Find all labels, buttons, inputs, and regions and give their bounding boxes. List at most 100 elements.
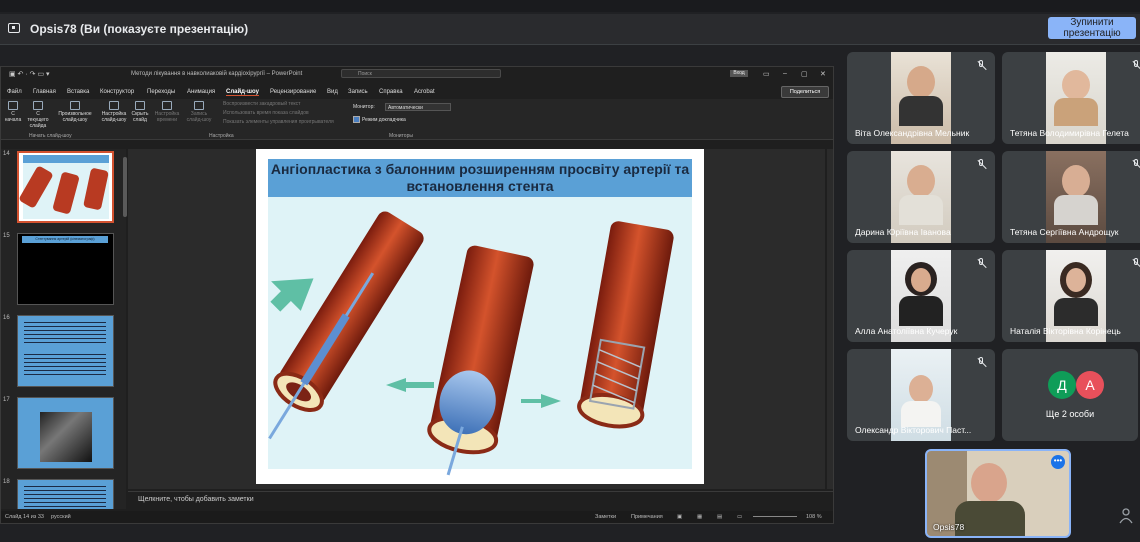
status-bar: Слайд 14 из 33 русский Заметки Примечани…	[1, 511, 833, 523]
status-slide-count: Слайд 14 из 33	[5, 514, 44, 520]
thumb-number: 18	[3, 479, 10, 485]
close-icon[interactable]: ✕	[820, 70, 826, 78]
slide-canvas: Ангіопластика з балонним розширенням про…	[128, 149, 825, 489]
participant-tile[interactable]: Дарина Юріївна Іванова	[847, 151, 995, 243]
play-from-start-icon	[8, 101, 18, 110]
presenter-view-checkbox[interactable]: Режим докладчика	[353, 116, 406, 123]
participant-tile[interactable]: Алла Анатоліївна Кучерук	[847, 250, 995, 342]
tab-design[interactable]: Конструктор	[100, 89, 134, 95]
self-name: Opsis78	[933, 522, 965, 532]
maximize-icon[interactable]: ▢	[801, 70, 808, 78]
reading-view-icon[interactable]: ▤	[717, 514, 722, 520]
slide-thumbnail-18[interactable]	[17, 479, 114, 509]
more-participants-tile[interactable]: Д А Ще 2 особи	[1002, 349, 1138, 441]
from-current-button[interactable]: С текущего слайда	[25, 101, 51, 129]
monitor-select[interactable]: Автоматически	[385, 103, 451, 111]
more-options-button[interactable]: •••	[1051, 455, 1065, 469]
thumbnails-scrollbar[interactable]	[123, 157, 127, 217]
slide-scrollbar[interactable]	[827, 149, 833, 489]
tab-animations[interactable]: Анимация	[187, 89, 215, 95]
participant-name: Алла Анатоліївна Кучерук	[855, 326, 958, 336]
people-activity-icon[interactable]	[1119, 508, 1133, 524]
presenting-label: Opsis78 (Ви (показуєте презентацію)	[30, 22, 249, 36]
slideshow-view-icon[interactable]: ▭	[737, 514, 742, 520]
slide-thumbnail-15[interactable]: Стентування артерій (кінематограф)	[17, 233, 114, 305]
notes-pane[interactable]: Щелкните, чтобы добавить заметки	[128, 491, 833, 507]
slide-thumbnail-16[interactable]	[17, 315, 114, 387]
slide-thumbnail-14[interactable]	[17, 151, 114, 223]
custom-show-button[interactable]: Произвольное слайд-шоу	[55, 101, 95, 123]
ppt-doc-title: Методи лікування в навколиаковій кардіох…	[131, 71, 303, 77]
participant-name: Дарина Юріївна Іванова	[855, 227, 951, 237]
participant-tile[interactable]: Віта Олександрівна Мельник	[847, 52, 995, 144]
rehearse-button[interactable]: Настройка времени	[153, 101, 181, 123]
from-start-button[interactable]: С начала	[3, 101, 23, 123]
thumb-number: 17	[3, 397, 10, 403]
minimize-icon[interactable]: –	[783, 70, 787, 77]
tab-record[interactable]: Запись	[348, 89, 368, 95]
ribbon-tabs: Файл Главная Вставка Конструктор Переход…	[1, 87, 833, 99]
presenting-banner: Opsis78 (Ви (показуєте презентацію) Зупи…	[0, 14, 1140, 45]
participant-name: Тетяна Володимирівна Гелета	[1010, 128, 1129, 138]
option-timings[interactable]: Использовать время показа слайдов	[223, 110, 309, 116]
ppt-search-input[interactable]: Поиск	[341, 69, 501, 78]
hide-slide-button[interactable]: Скрыть слайд	[129, 101, 151, 123]
zoom-slider[interactable]	[753, 516, 797, 517]
mic-off-icon	[1130, 159, 1140, 171]
play-current-icon	[33, 101, 43, 110]
record-icon	[194, 101, 204, 110]
share-button[interactable]: Поделиться	[781, 86, 829, 98]
zoom-level[interactable]: 108 %	[806, 514, 822, 520]
monitor-label: Монитор:	[353, 104, 375, 110]
status-language: русский	[51, 514, 71, 520]
tab-home[interactable]: Главная	[33, 89, 56, 95]
mic-off-icon	[975, 159, 987, 171]
quick-access-toolbar[interactable]: ▣ ↶ · ↷ ▭ ▾	[9, 70, 50, 78]
mic-off-icon	[1130, 60, 1140, 72]
ppt-login-button[interactable]: Вход	[730, 70, 748, 77]
browser-top-strip	[0, 0, 1140, 12]
sorter-view-icon[interactable]: ▦	[697, 514, 702, 520]
group-setup-label: Настройка	[209, 133, 234, 139]
mic-off-icon	[975, 60, 987, 72]
participant-tile[interactable]: Олександр Вікторович Паст...	[847, 349, 995, 441]
slide-thumbnail-17[interactable]	[17, 397, 114, 469]
group-monitors-label: Мониторы	[389, 133, 413, 139]
tab-transitions[interactable]: Переходы	[147, 89, 175, 95]
notes-toggle[interactable]: Заметки	[595, 514, 616, 520]
thumb-number: 15	[3, 233, 10, 239]
tab-acrobat[interactable]: Acrobat	[414, 89, 435, 95]
participant-tile[interactable]: Тетяна Сергіївна Андрощук	[1002, 151, 1140, 243]
participant-name: Віта Олександрівна Мельник	[855, 128, 970, 138]
record-button[interactable]: Запись слайд-шоу	[185, 101, 213, 123]
present-screen-icon	[8, 23, 20, 33]
participant-tile[interactable]: Тетяна Володимирівна Гелета	[1002, 52, 1140, 144]
stop-presenting-button[interactable]: Зупинити презентацію	[1048, 17, 1136, 39]
current-slide[interactable]: Ангіопластика з балонним розширенням про…	[256, 149, 704, 484]
tab-help[interactable]: Справка	[379, 89, 403, 95]
angioplasty-illustration	[268, 211, 674, 476]
self-view-tile[interactable]: ••• Opsis78	[925, 449, 1071, 538]
setup-show-button[interactable]: Настройка слайд-шоу	[101, 101, 127, 123]
normal-view-icon[interactable]: ▣	[677, 514, 682, 520]
tab-review[interactable]: Рецензирование	[270, 89, 316, 95]
tab-insert[interactable]: Вставка	[67, 89, 89, 95]
tab-file[interactable]: Файл	[7, 89, 22, 95]
participant-name: Тетяна Сергіївна Андрощук	[1010, 227, 1119, 237]
ribbon-display-icon[interactable]: ▭	[763, 70, 770, 78]
mic-off-icon	[975, 258, 987, 270]
setup-icon	[109, 101, 119, 110]
participant-tile[interactable]: Наталія Вікторівна Корінець	[1002, 250, 1140, 342]
custom-show-icon	[70, 101, 80, 110]
option-narration[interactable]: Воспроизвести закадровый текст	[223, 101, 300, 107]
ribbon-slideshow: С начала С текущего слайда Произвольное …	[1, 99, 833, 140]
comments-toggle[interactable]: Примечания	[631, 514, 663, 520]
hide-slide-icon	[135, 101, 145, 110]
tab-view[interactable]: Вид	[327, 89, 338, 95]
timer-icon	[162, 101, 172, 110]
tab-slideshow[interactable]: Слайд-шоу	[226, 89, 259, 96]
group-start-label: Начать слайд-шоу	[29, 133, 72, 139]
more-participants-label: Ще 2 особи	[1045, 409, 1095, 419]
participant-name: Наталія Вікторівна Корінець	[1010, 326, 1121, 336]
option-media-controls[interactable]: Показать элементы управления проигрывате…	[223, 119, 334, 125]
